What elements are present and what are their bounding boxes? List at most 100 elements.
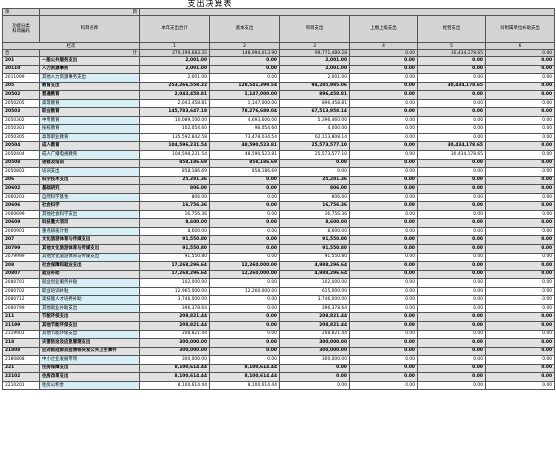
- row-value: 0.00: [484, 56, 556, 66]
- row-value: 300,000.00: [139, 338, 210, 348]
- row-value: 0.00: [349, 64, 418, 75]
- row-name: 成人教育: [39, 141, 140, 151]
- table-row: 2050803 培训支出 858,186.69 858,186.69 0.00 0.00 0…: [2, 167, 556, 177]
- row-name: 重点研发计划: [39, 226, 140, 237]
- row-code: 2050205: [2, 98, 40, 109]
- row-value: 0.00: [417, 226, 486, 237]
- row-value: 0.00: [349, 201, 418, 211]
- row-value: 25,281.36: [139, 175, 210, 186]
- header-col2: 基本支出: [209, 15, 280, 43]
- row-value: 0.00: [349, 329, 418, 340]
- row-value: 0.00: [484, 278, 556, 288]
- row-value: 4,988,296.64: [279, 269, 350, 280]
- row-name: 文化旅游体育与传媒支出: [39, 235, 140, 246]
- row-value: 16,756.36: [139, 209, 210, 220]
- row-value: 0.00: [484, 150, 556, 160]
- table-row: 2180808 中小企业发展专项 300,000.00 0.00 300,000.00 0…: [2, 355, 556, 365]
- row-name: 中小企业发展专项: [39, 355, 140, 365]
- row-value: 0.00: [484, 226, 556, 237]
- row-value: 0.00: [417, 363, 486, 374]
- row-value: 0.00: [484, 141, 556, 151]
- row-value: 0.00: [209, 295, 280, 305]
- table-row: 20504 成人教育 104,596,231.54 48,590,523.81 25,5…: [2, 141, 556, 151]
- row-value: 48,590,523.81: [209, 141, 280, 151]
- row-name: 自然科学基金: [39, 192, 140, 203]
- row-value: 0.00: [349, 175, 418, 186]
- row-value: 67,513,958.14: [279, 107, 350, 117]
- table-row: 20606 社会科学 16,756.36 0.00 16,756.36 0.00 0.00 0…: [2, 201, 556, 211]
- row-value: 253,266,558.22: [139, 81, 210, 92]
- row-value: 0.00: [417, 346, 486, 357]
- row-value: 0.00: [209, 218, 280, 228]
- row-value: 8,100,614.44: [139, 372, 210, 382]
- table-row: 201 一般公共服务支出 2,001.00 0.00 2,001.00 0.00 0.00 0…: [2, 56, 556, 66]
- row-name: 社会保障和就业支出: [39, 261, 140, 271]
- row-name: 高等职业教育: [39, 132, 140, 143]
- row-value: 73,478,034.54: [209, 132, 280, 143]
- row-value: 8,600.00: [139, 226, 210, 237]
- row-value: 1,147,000.00: [209, 98, 280, 109]
- row-value: 0.00: [417, 355, 486, 365]
- row-code: 205: [2, 81, 40, 92]
- row-value: 0.00: [349, 380, 418, 391]
- row-value: 0.00: [209, 235, 280, 246]
- row-code: 2050803: [2, 167, 40, 177]
- row-value: 25,281.36: [279, 175, 350, 186]
- row-value: 2,043,458.81: [139, 90, 210, 100]
- row-value: 0.00: [484, 132, 556, 143]
- row-name: 其他文化旅游体育与传媒支出: [39, 252, 140, 263]
- row-value: 0.00: [417, 338, 486, 348]
- row-value: 0.00: [349, 167, 418, 177]
- row-value: 0.00: [349, 303, 418, 314]
- total-value: 148,994,013.90: [209, 49, 280, 57]
- row-name: 科技重大项目: [39, 218, 140, 228]
- row-value: 135,592,842.58: [139, 132, 210, 143]
- row-value: 0.00: [209, 192, 280, 203]
- row-value: 0.00: [349, 73, 418, 83]
- row-value: 0.00: [349, 235, 418, 246]
- row-value: 102,000.00: [279, 278, 350, 288]
- row-code: 2050404: [2, 150, 40, 160]
- table-row: 20609 科技重大项目 8,600.00 0.00 8,600.00 0.00 0.00 0…: [2, 218, 556, 228]
- row-value: 12,260,000.00: [209, 261, 280, 271]
- header-main-row: 功能分类 科目编码 科目名称 本年支出合计 基本支出 项目支出 上缴上级支出 经…: [2, 15, 556, 43]
- row-value: 0.00: [349, 158, 418, 169]
- row-value: 0.00: [484, 90, 556, 100]
- header-col3: 项目支出: [279, 15, 350, 43]
- row-value: 8,100,614.44: [209, 363, 280, 374]
- row-value: 0.00: [417, 295, 486, 305]
- row-value: 0.00: [484, 372, 556, 382]
- row-name: 基础研究: [39, 184, 140, 194]
- row-value: 0.00: [209, 320, 280, 331]
- row-value: 3,746,000.00: [139, 295, 210, 305]
- row-code: 2080701: [2, 278, 40, 288]
- row-value: 2,001.00: [139, 56, 210, 66]
- row-value: 0.00: [417, 261, 486, 271]
- row-value: 8,600.00: [139, 218, 210, 228]
- row-value: 858,186.69: [209, 158, 280, 169]
- row-value: 0.00: [484, 115, 556, 126]
- col-number: 1: [139, 42, 210, 50]
- row-value: 4,000.00: [279, 124, 350, 134]
- row-value: 0.00: [417, 269, 486, 280]
- row-value: 0.00: [349, 278, 418, 288]
- row-name: 其他节能环保支出: [39, 329, 140, 340]
- table-row: 22102 住房改革支出 8,100,614.44 8,100,614.44 0.00 0…: [2, 372, 556, 382]
- row-value: 0.00: [417, 90, 486, 100]
- table-row: 218 灾害防治及应急管理支出 300,000.00 0.00 300,000.00 0.…: [2, 338, 556, 348]
- row-value: 0.00: [209, 338, 280, 348]
- row-value: 0.00: [209, 209, 280, 220]
- row-value: 0.00: [484, 201, 556, 211]
- row-code: 20502: [2, 90, 40, 100]
- row-value: 0.00: [417, 286, 486, 297]
- row-value: 8,600.00: [279, 226, 350, 237]
- row-code: 2011099: [2, 73, 40, 83]
- row-value: 0.00: [484, 355, 556, 365]
- row-value: 8,100,614.44: [139, 363, 210, 374]
- row-value: 806.00: [139, 192, 210, 203]
- row-name: 住房改革支出: [39, 372, 140, 382]
- header-number-row: 栏次 1 2 3 4 5 6: [2, 42, 556, 50]
- total-value: 0.00: [349, 49, 418, 57]
- row-code: 2079999: [2, 252, 40, 263]
- row-code: 2119901: [2, 329, 40, 340]
